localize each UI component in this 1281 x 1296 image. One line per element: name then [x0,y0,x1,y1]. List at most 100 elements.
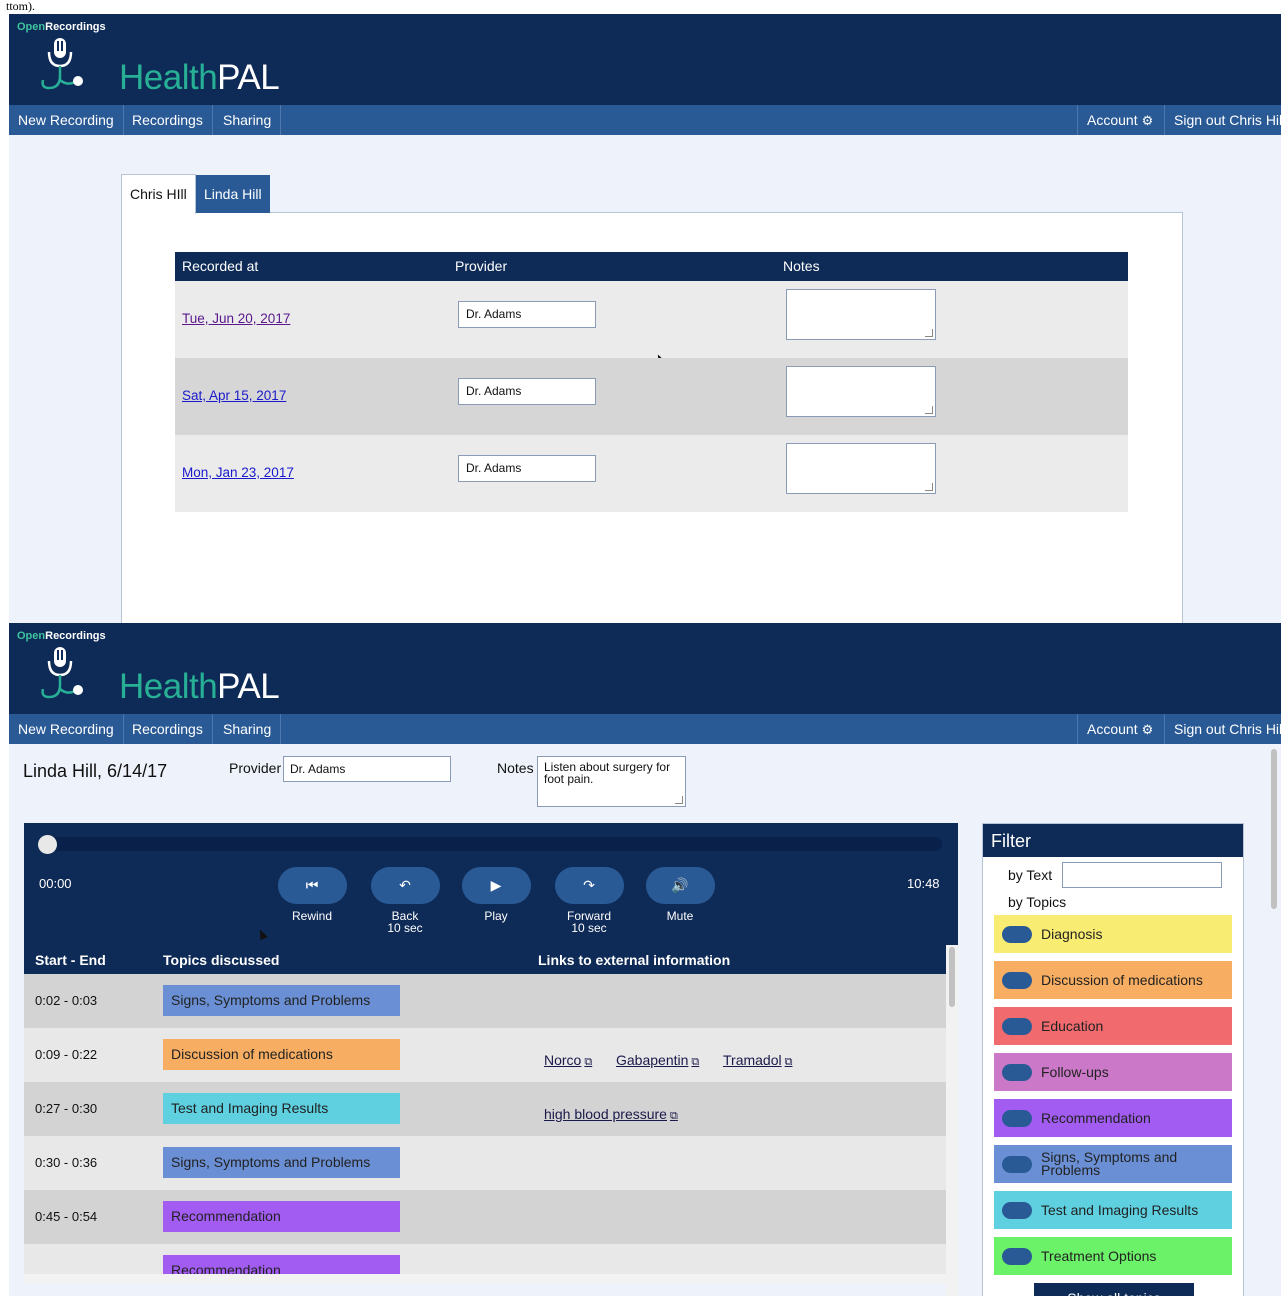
filter-title: Filter [983,824,1243,857]
nav-sharing[interactable]: Sharing [214,105,282,135]
brand-header: OpenRecordings HealthPAL [9,623,1281,714]
resize-grip[interactable] [675,796,683,804]
external-link-tramadol[interactable]: Tramadol ⧉ [723,1052,792,1069]
nav-recordings[interactable]: Recordings [123,105,213,135]
toggle-switch[interactable] [1002,1248,1032,1265]
toggle-switch[interactable] [1002,1064,1032,1081]
table-row[interactable]: 0:09 - 0:22 Discussion of medications No… [24,1028,946,1082]
filter-topic-recommendation[interactable]: Recommendation [994,1099,1232,1137]
forward-sub-label: 10 sec [571,921,607,935]
external-link-icon: ⧉ [784,1056,793,1068]
col-provider: Provider [455,258,508,274]
forward-10-button[interactable]: ↷ Forward 10 sec [554,867,624,934]
progress-track[interactable] [38,837,942,851]
segments-hscrollbar[interactable] [24,1274,958,1284]
external-link-norco[interactable]: Norco ⧉ [544,1052,592,1069]
filter-topic-medications[interactable]: Discussion of medications [994,961,1232,999]
external-link-high-blood-pressure[interactable]: high blood pressure ⧉ [544,1106,678,1123]
filter-topic-label: Test and Imaging Results [1041,1201,1199,1218]
table-row[interactable]: 0:30 - 0:36 Signs, Symptoms and Problems [24,1136,946,1190]
link-text: Tramadol [723,1052,782,1068]
topic-tag[interactable]: Signs, Symptoms and Problems [163,985,400,1016]
provider-input[interactable]: Dr. Adams [458,301,596,328]
rewind-button[interactable]: ⏮ Rewind [277,867,347,922]
recording-date-link[interactable]: Tue, Jun 20, 2017 [182,311,290,326]
progress-thumb[interactable] [38,835,57,854]
segments-scrollbar[interactable] [946,945,958,1296]
filter-text-input[interactable] [1062,862,1222,888]
resize-grip[interactable] [925,483,933,491]
brand-small-logo: OpenRecordings [17,630,106,642]
nav-account[interactable]: Account ⚙ [1077,105,1162,135]
col-links: Links to external information [538,952,731,968]
provider-input[interactable]: Dr. Adams [283,756,451,782]
filter-topic-diagnosis[interactable]: Diagnosis [994,915,1232,953]
play-icon: ▶ [461,867,531,904]
toggle-switch[interactable] [1002,1110,1032,1127]
nav-new-recording[interactable]: New Recording [9,714,124,744]
table-row[interactable]: 0:27 - 0:30 Test and Imaging Results hig… [24,1082,946,1136]
topic-tag[interactable]: Signs, Symptoms and Problems [163,1147,400,1178]
mute-button[interactable]: 🔊 Mute [645,867,715,922]
toggle-switch[interactable] [1002,926,1032,943]
notes-textarea[interactable] [786,366,936,417]
toggle-switch[interactable] [1002,1156,1032,1173]
table-row: Mon, Jan 23, 2017 Dr. Adams [175,435,1128,512]
external-link-gabapentin[interactable]: Gabapentin ⧉ [616,1052,699,1069]
microphone-stethoscope-icon [41,38,83,90]
filter-topic-education[interactable]: Education [994,1007,1232,1045]
table-row[interactable]: 0:02 - 0:03 Signs, Symptoms and Problems [24,974,946,1028]
rewind-label: Rewind [291,909,333,923]
nav-account[interactable]: Account ⚙ [1077,714,1162,744]
external-link-icon: ⧉ [584,1056,593,1068]
nav-sharing[interactable]: Sharing [214,714,282,744]
recording-date-link[interactable]: Sat, Apr 15, 2017 [182,388,286,403]
provider-input[interactable]: Dr. Adams [458,455,596,482]
nav-sign-out[interactable]: Sign out Chris Hill [1164,105,1281,135]
topic-tag[interactable]: Test and Imaging Results [163,1093,400,1124]
notes-textarea[interactable]: Listen about surgery for foot pain. [537,756,686,807]
toggle-switch[interactable] [1002,1018,1032,1035]
filter-topic-label: Education [1041,1017,1104,1034]
audio-player: 00:00 10:48 ⏮ Rewind ↶ Back 10 sec ▶ Pla… [24,823,958,945]
notes-textarea[interactable] [786,443,936,494]
page-scrollbar[interactable] [1269,747,1279,1296]
toggle-switch[interactable] [1002,972,1032,989]
nav-new-recording[interactable]: New Recording [9,105,124,135]
recording-date-link[interactable]: Mon, Jan 23, 2017 [182,465,294,480]
play-button[interactable]: ▶ Play [461,867,531,922]
tab-chris-hill[interactable]: Chris HIll [121,174,196,214]
toggle-switch[interactable] [1002,1202,1032,1219]
recording-detail-screenshot: OpenRecordings HealthPAL New Recording R… [9,623,1281,1296]
filter-topic-follow-ups[interactable]: Follow-ups [994,1053,1232,1091]
col-notes: Notes [783,258,820,274]
recordings-table-header: Recorded at Provider Notes [175,252,1128,281]
resize-grip[interactable] [925,406,933,414]
link-text: Norco [544,1052,582,1068]
filter-topic-label: Recommendation [1041,1109,1151,1126]
filter-by-topics-label: by Topics [1008,894,1067,910]
topic-tag[interactable]: Discussion of medications [163,1039,400,1070]
notes-textarea[interactable] [786,289,936,340]
table-row[interactable]: 0:45 - 0:54 Recommendation [24,1190,946,1244]
current-time: 00:00 [39,876,72,891]
nav-sign-out[interactable]: Sign out Chris Hill [1164,714,1281,744]
segment-time: 0:09 - 0:22 [35,1047,98,1062]
back-10-button[interactable]: ↶ Back 10 sec [370,867,440,934]
brand-small-logo: OpenRecordings [17,21,106,33]
filter-topic-test-imaging[interactable]: Test and Imaging Results [994,1191,1232,1229]
filter-topic-treatment-options[interactable]: Treatment Options [994,1237,1232,1275]
top-nav: New Recording Recordings Sharing Account… [9,105,1281,135]
nav-recordings[interactable]: Recordings [123,714,213,744]
provider-input[interactable]: Dr. Adams [458,378,596,405]
filter-topic-signs-symptoms[interactable]: Signs, Symptoms and Problems [994,1145,1232,1183]
recording-title: Linda Hill, 6/14/17 [23,761,168,781]
topic-tag[interactable]: Recommendation [163,1201,400,1232]
resize-grip[interactable] [925,329,933,337]
show-all-topics-button[interactable]: Show all topics [1034,1283,1194,1296]
nav-account-label: Account [1087,721,1138,737]
tab-linda-hill[interactable]: Linda Hill [196,175,270,213]
scroll-thumb[interactable] [949,947,955,1007]
scroll-thumb[interactable] [1271,749,1277,909]
link-text: high blood pressure [544,1106,667,1122]
